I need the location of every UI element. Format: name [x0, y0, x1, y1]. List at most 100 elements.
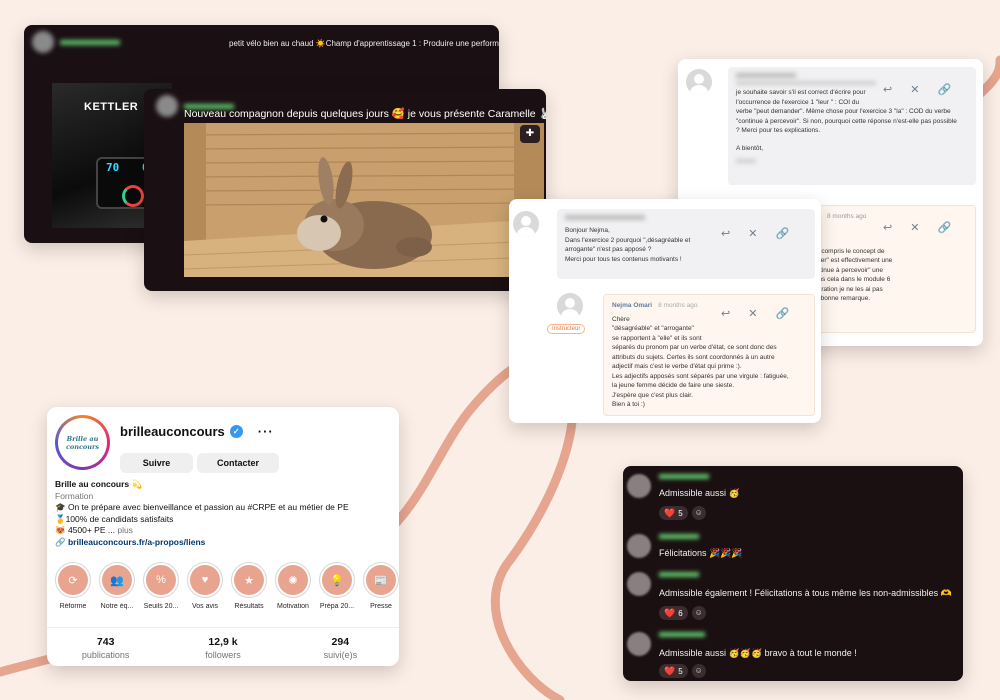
avatar[interactable]	[627, 474, 651, 498]
avatar[interactable]	[156, 95, 178, 117]
avatar[interactable]	[627, 572, 651, 596]
author-name-blurred	[659, 632, 705, 637]
avatar[interactable]	[627, 632, 651, 656]
comment-actions: ↩ ✕ 🔗	[883, 83, 951, 96]
blurred-line	[736, 81, 876, 85]
message-text: Félicitations 🎉🎉🎉	[659, 548, 743, 558]
story-highlights: ⟳ Réforme 👥 Notre éq... % Seuils 20... ♥ Vos…	[51, 562, 399, 610]
highlight-avis[interactable]: ♥ Vos avis	[183, 562, 227, 610]
highlight-motivation[interactable]: ✺ Motivation	[271, 562, 315, 610]
more-link[interactable]: plus	[117, 525, 133, 535]
chat-message: Admissible également ! Félicitations à t…	[623, 570, 963, 624]
highlight-label: Réforme	[59, 603, 87, 610]
chat-message: Admissible aussi 🥳 ❤️ 5 ☺	[623, 470, 963, 522]
blurred-signature	[736, 159, 756, 163]
stat-value: 294	[331, 636, 350, 648]
stat-followers[interactable]: 12,9 k followers	[164, 628, 281, 660]
post-header	[32, 31, 120, 53]
highlight-label: Prépa 20...	[319, 603, 355, 610]
answer-line: la jeune femme décide de faire une siest…	[612, 382, 735, 389]
reaction-count: 6	[678, 608, 683, 618]
answer-timestamp: 8 months ago	[658, 302, 698, 309]
profile-link[interactable]: brilleauconcours.fr/a-propos/liens	[68, 537, 205, 547]
instructor-name: Nejma Omari	[612, 302, 653, 309]
instructor-badge: Instructeur	[547, 324, 586, 334]
chat-messages-card: Admissible aussi 🥳 ❤️ 5 ☺ Félicitations 🎉…	[623, 466, 963, 681]
avatar[interactable]	[32, 31, 54, 53]
reply-icon[interactable]: ↩	[883, 221, 892, 234]
highlight-presse[interactable]: 📰 Presse	[359, 562, 399, 610]
answer-line: Bien à toi :)	[612, 401, 645, 408]
heart-reaction[interactable]: ❤️ 5	[659, 506, 688, 520]
post-text: petit vélo bien au chaud ☀️Champ d'appre…	[229, 39, 499, 48]
highlight-resultats[interactable]: ★ Résultats	[227, 562, 271, 610]
profile-logo[interactable]: Brille au concours	[55, 415, 110, 470]
reply-actions: ↩ ✕ 🔗	[883, 221, 951, 234]
instructor-avatar-icon	[557, 293, 583, 319]
user-avatar-icon	[686, 69, 712, 95]
stat-label: suivi(e)s	[323, 650, 358, 660]
profile-stats: 743 publications 12,9 k followers 294 suivi…	[47, 627, 399, 660]
author-name-blurred	[659, 474, 709, 479]
answer-line: se rapportent à "elle" et ils sont	[612, 334, 702, 342]
link-icon[interactable]: 🔗	[937, 221, 951, 234]
close-icon[interactable]: ✕	[748, 307, 757, 320]
verified-badge-icon: ✓	[229, 425, 243, 438]
highlight-label: Résultats	[234, 603, 264, 610]
reply-icon[interactable]: ↩	[721, 227, 730, 240]
team-icon: 👥	[102, 565, 132, 595]
link-icon[interactable]: 🔗	[775, 307, 789, 320]
profile-category: Formation	[55, 490, 94, 501]
logo-text: Brille au concours	[65, 434, 100, 451]
highlight-label: Presse	[370, 603, 392, 610]
highlight-label: Vos avis	[191, 603, 219, 610]
more-options-icon[interactable]: ···	[258, 424, 274, 439]
display-name: Brille au concours 💫	[55, 479, 143, 489]
comment-line: verbe "peut demander". Même chose pour l…	[736, 108, 951, 115]
add-reaction-icon[interactable]: ☺	[691, 664, 706, 678]
reaction-count: 5	[678, 666, 683, 676]
percent-icon: %	[146, 565, 176, 595]
link-icon[interactable]: 🔗	[937, 83, 951, 96]
highlight-equipe[interactable]: 👥 Notre éq...	[95, 562, 139, 610]
message-text: Admissible aussi 🥳🥳🥳 bravo à tout le mon…	[659, 648, 857, 658]
answer-line: adjectif mais c'est le verbe d'état qui …	[612, 363, 742, 370]
comment-line: ? Merci pour tes explications.	[736, 127, 821, 134]
link-icon[interactable]: 🔗	[775, 227, 789, 240]
highlight-label: Motivation	[277, 603, 309, 610]
add-reaction-icon[interactable]: ☺	[691, 606, 706, 620]
contact-button[interactable]: Contacter	[197, 453, 279, 473]
display-left: 70	[106, 161, 120, 174]
avatar[interactable]	[627, 534, 651, 558]
add-reaction-icon[interactable]: ☺	[691, 506, 706, 520]
stat-following[interactable]: 294 suivi(e)s	[282, 628, 399, 660]
user-avatar-icon	[513, 211, 539, 237]
add-reaction-icon[interactable]: ✚	[520, 125, 540, 143]
highlight-seuils[interactable]: % Seuils 20...	[139, 562, 183, 610]
reply-icon[interactable]: ↩	[883, 83, 892, 96]
follow-button[interactable]: Suivre	[120, 453, 193, 473]
reply-icon[interactable]: ↩	[721, 307, 730, 320]
comment-line: "continue à percevoir". Si non, pourquoi…	[736, 117, 957, 125]
heart-icon: ❤️	[664, 607, 676, 618]
heart-icon: ❤️	[664, 507, 676, 518]
highlight-reforme[interactable]: ⟳ Réforme	[51, 562, 95, 610]
bunny-photo	[184, 123, 544, 277]
stat-publications[interactable]: 743 publications	[47, 628, 164, 660]
heart-reaction[interactable]: ❤️ 6	[659, 606, 688, 620]
refresh-icon: ⟳	[58, 565, 88, 595]
bio-line: 😻 4500+ PE ...	[55, 525, 115, 535]
highlight-prepa[interactable]: 💡 Prépa 20...	[315, 562, 359, 610]
heart-icon: ❤️	[664, 665, 676, 676]
close-icon[interactable]: ✕	[910, 221, 919, 234]
answer-actions: ↩ ✕ 🔗	[721, 307, 789, 320]
burst-icon: ✺	[278, 565, 308, 595]
close-icon[interactable]: ✕	[748, 227, 757, 240]
message-text: Admissible également ! Félicitations à t…	[659, 588, 952, 598]
comment-line: Merci pour tous tes contenus motivants !	[565, 255, 682, 263]
close-icon[interactable]: ✕	[910, 83, 919, 96]
highlight-label: Seuils 20...	[143, 603, 179, 610]
answer-line: J'espère que c'est plus clair.	[612, 391, 693, 399]
chat-message: Admissible aussi 🥳🥳🥳 bravo à tout le mon…	[623, 630, 963, 680]
heart-reaction[interactable]: ❤️ 5	[659, 664, 688, 678]
